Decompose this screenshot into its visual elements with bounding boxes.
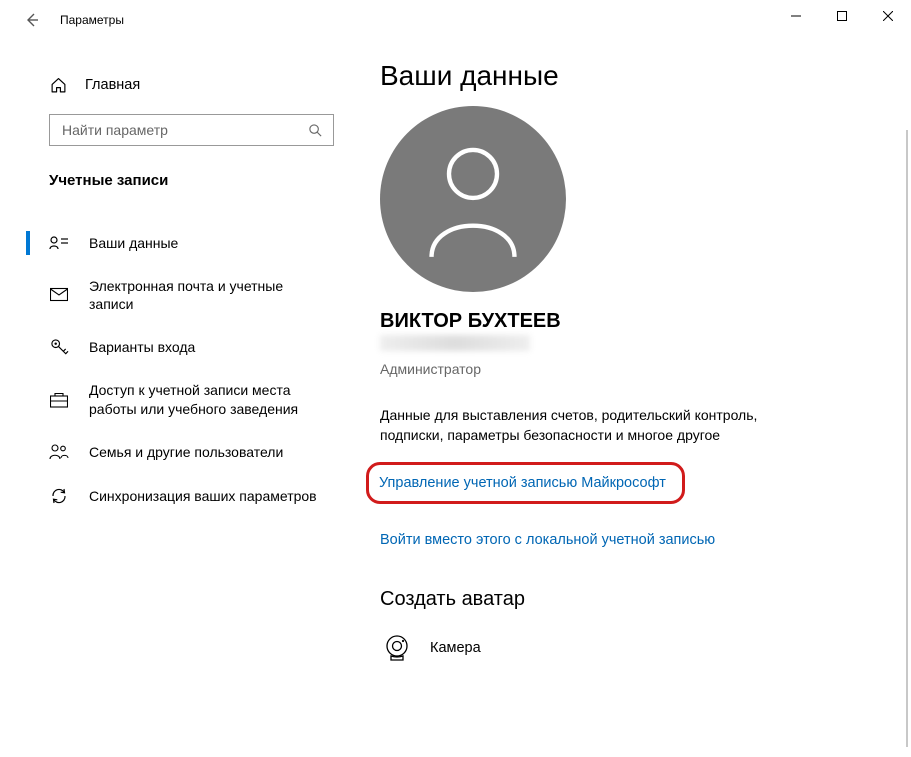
sidebar-section-title: Учетные записи (0, 146, 350, 199)
sidebar-item-email[interactable]: Электронная почта и учетные записи (0, 265, 350, 325)
manage-account-link[interactable]: Управление учетной записью Майкрософт (379, 471, 666, 495)
page-title: Ваши данные (380, 60, 871, 92)
maximize-button[interactable] (819, 0, 865, 32)
search-icon (308, 123, 323, 138)
people-icon (49, 442, 69, 462)
user-name: ВИКТОР БУХТЕЕВ (380, 310, 871, 333)
sidebar-item-family[interactable]: Семья и другие пользователи (0, 430, 350, 474)
main-content: Ваши данные ВИКТОР БУХТЕЕВ Администратор… (350, 40, 911, 757)
maximize-icon (837, 11, 847, 21)
user-email-redacted (380, 335, 530, 351)
highlighted-link-container: Управление учетной записью Майкрософт (366, 462, 685, 504)
sidebar-nav: Ваши данные Электронная почта и учетные … (0, 221, 350, 518)
person-card-icon (49, 233, 69, 253)
sidebar-item-your-info[interactable]: Ваши данные (0, 221, 350, 265)
mail-icon (49, 285, 69, 305)
briefcase-icon (49, 390, 69, 410)
sidebar-home[interactable]: Главная (0, 70, 350, 100)
close-icon (883, 11, 893, 21)
home-icon (49, 76, 67, 94)
sidebar-item-sync[interactable]: Синхронизация ваших параметров (0, 474, 350, 518)
sidebar: Главная Учетные записи (0, 40, 350, 757)
user-avatar (380, 106, 566, 292)
titlebar: Параметры (0, 0, 911, 40)
sidebar-home-label: Главная (85, 77, 140, 93)
arrow-left-icon (24, 12, 40, 28)
sidebar-item-signin[interactable]: Варианты входа (0, 325, 350, 369)
user-role: Администратор (380, 361, 871, 377)
search-input[interactable] (49, 114, 334, 146)
sidebar-item-label: Ваши данные (89, 234, 330, 252)
account-description: Данные для выставления счетов, родительс… (380, 405, 820, 446)
sidebar-item-label: Семья и другие пользователи (89, 443, 330, 461)
search-field[interactable] (60, 121, 308, 139)
sidebar-item-work[interactable]: Доступ к учетной записи места работы или… (0, 369, 350, 429)
camera-option[interactable]: Камера (380, 631, 871, 665)
close-button[interactable] (865, 0, 911, 32)
key-icon (49, 337, 69, 357)
sidebar-item-label: Доступ к учетной записи места работы или… (89, 381, 330, 417)
back-button[interactable] (18, 6, 46, 34)
minimize-icon (791, 11, 801, 21)
sync-icon (49, 486, 69, 506)
local-account-link[interactable]: Войти вместо этого с локальной учетной з… (380, 528, 715, 552)
scrollbar[interactable] (906, 130, 908, 747)
camera-icon (380, 631, 414, 665)
person-icon (418, 139, 528, 259)
sidebar-item-label: Варианты входа (89, 338, 330, 356)
camera-label: Камера (430, 640, 481, 656)
window-controls (773, 0, 911, 40)
minimize-button[interactable] (773, 0, 819, 32)
create-avatar-heading: Создать аватар (380, 588, 871, 611)
window-title: Параметры (60, 13, 124, 27)
sidebar-item-label: Электронная почта и учетные записи (89, 277, 330, 313)
sidebar-item-label: Синхронизация ваших параметров (89, 487, 330, 505)
